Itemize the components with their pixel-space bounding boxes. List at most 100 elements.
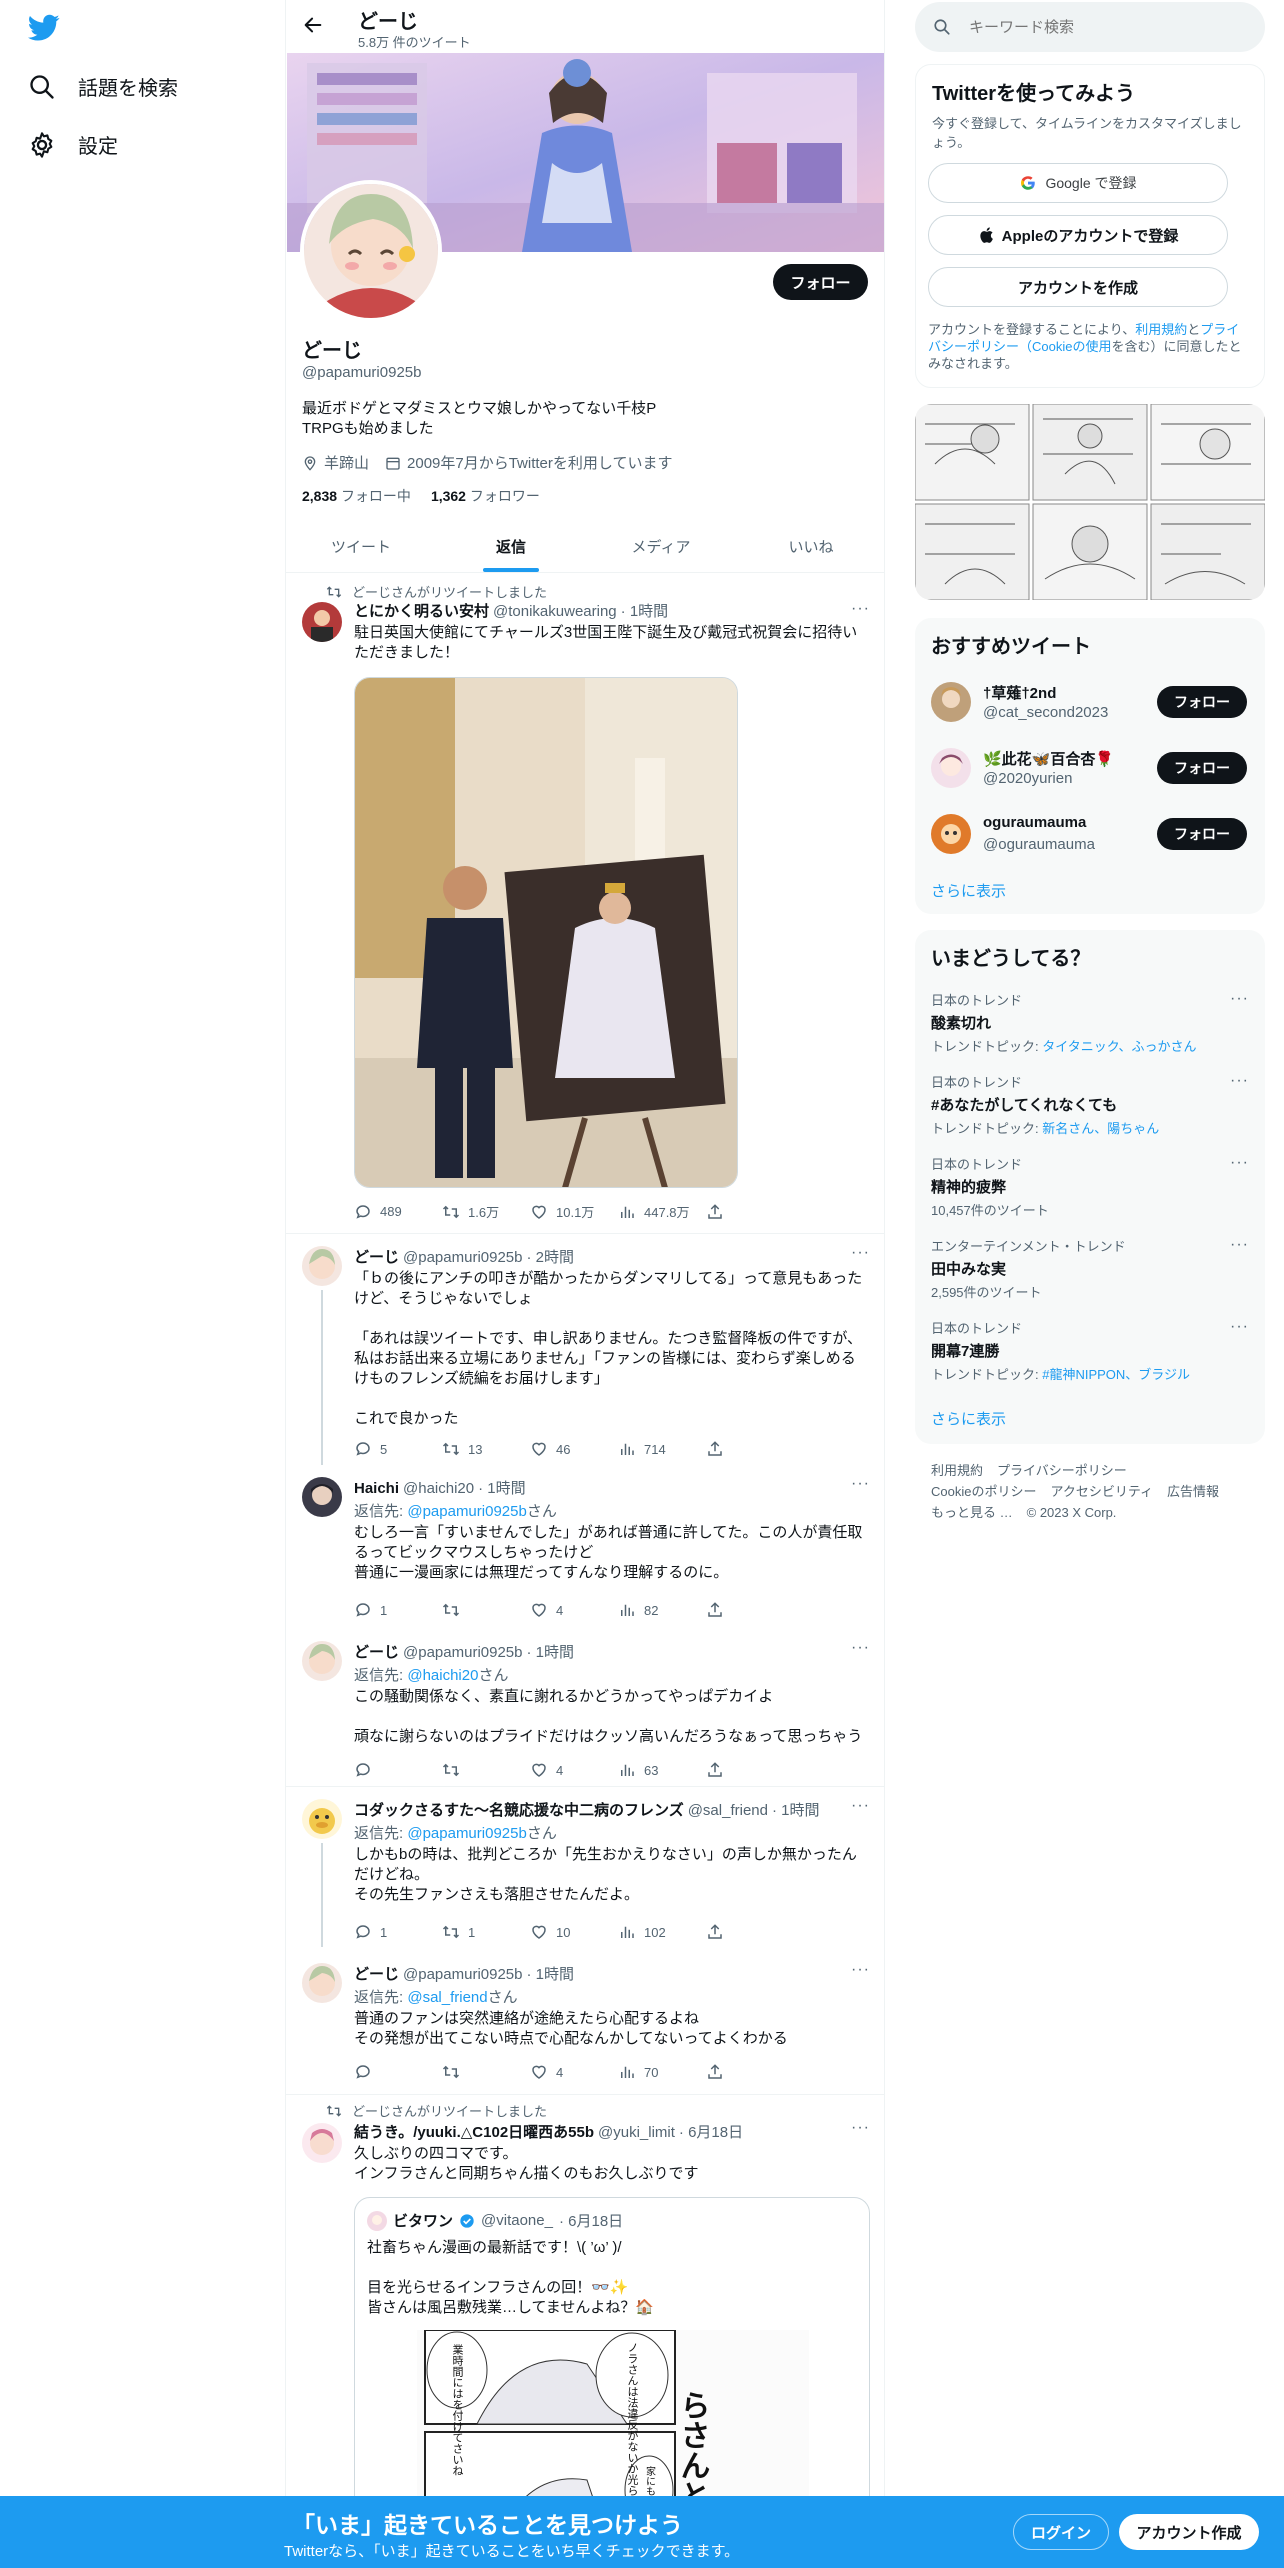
views-button[interactable]: 102	[618, 1923, 706, 1941]
author-name[interactable]: Haichi	[354, 1480, 399, 1497]
reply-button[interactable]	[354, 2063, 442, 2081]
followers-link[interactable]: 1,362 フォロワー	[431, 486, 540, 506]
profile-avatar[interactable]	[300, 180, 442, 322]
share-button[interactable]	[706, 1440, 794, 1458]
tab-media[interactable]: メディア	[586, 520, 736, 572]
footer-terms-link[interactable]: 利用規約	[931, 1460, 983, 1481]
like-button[interactable]: 4	[530, 1761, 618, 1779]
author-handle[interactable]: @sal_friend	[688, 1802, 768, 1819]
apple-signup-button[interactable]: Appleのアカウントで登録	[928, 215, 1228, 255]
tweet[interactable]: どーじさんがリツイートしました ··· とにかく明るい安村 @tonikakuw…	[286, 578, 884, 1233]
show-more-link[interactable]: さらに表示	[931, 1408, 1006, 1429]
tweet-time[interactable]: · 1時間	[527, 1641, 575, 1662]
like-button[interactable]: 4	[530, 1601, 618, 1619]
recommended-user[interactable]: 🌿此花🦋百合杏🌹 @2020yurien フォロー	[915, 736, 1265, 802]
views-button[interactable]: 63	[618, 1761, 706, 1779]
reply-to-link[interactable]: @papamuri0925b	[407, 1825, 526, 1842]
retweet-button[interactable]: 1.6万	[442, 1202, 530, 1221]
trend-item[interactable]: 日本のトレンド 酸素切れ トレンドトピック: タイタニック、ふっかさん ···	[915, 990, 1265, 1070]
tweet-time[interactable]: · 1時間	[478, 1477, 526, 1498]
signup-button[interactable]: アカウント作成	[1119, 2514, 1259, 2550]
like-button[interactable]: 10.1万	[530, 1202, 618, 1221]
like-button[interactable]: 4	[530, 2063, 618, 2081]
tweet[interactable]: ··· Haichi @haichi20 · 1時間 返信先: @papamur…	[286, 1465, 884, 1625]
retweet-button[interactable]	[442, 1761, 530, 1779]
avatar[interactable]	[302, 1963, 342, 2003]
retweet-button[interactable]: 13	[442, 1440, 530, 1458]
avatar[interactable]	[302, 1246, 342, 1286]
author-handle[interactable]: @haichi20	[403, 1480, 474, 1497]
media-thumb[interactable]	[1150, 503, 1265, 600]
author-handle[interactable]: @papamuri0925b	[403, 1966, 522, 1983]
follow-button[interactable]: フォロー	[773, 264, 868, 300]
share-button[interactable]	[706, 2063, 794, 2081]
media-thumb[interactable]	[915, 503, 1030, 600]
following-link[interactable]: 2,838 フォロー中	[302, 486, 411, 506]
author-name[interactable]: コダックさるすた〜名競応援な中二病のフレンズ	[354, 1799, 684, 1820]
avatar[interactable]	[302, 602, 342, 642]
login-button[interactable]: ログイン	[1013, 2514, 1109, 2550]
views-button[interactable]: 82	[618, 1601, 706, 1619]
show-more-link[interactable]: さらに表示	[931, 880, 1006, 901]
author-name[interactable]: どーじ	[354, 1963, 399, 1984]
footer-privacy-link[interactable]: プライバシーポリシー	[997, 1460, 1127, 1481]
tweet[interactable]: ··· どーじ @papamuri0925b · 2時間 「ｂの後にアンチの叩き…	[286, 1234, 884, 1465]
footer-more-link[interactable]: もっと見る …	[931, 1502, 1013, 1523]
tweet[interactable]: ··· どーじ @papamuri0925b · 1時間 返信先: @sal_f…	[286, 1947, 884, 2094]
tweet[interactable]: ··· どーじ @papamuri0925b · 1時間 返信先: @haich…	[286, 1625, 884, 1785]
follow-button[interactable]: フォロー	[1157, 686, 1247, 718]
avatar[interactable]	[302, 1477, 342, 1517]
footer-cookie-link[interactable]: Cookieのポリシー	[931, 1481, 1036, 1502]
follow-button[interactable]: フォロー	[1157, 818, 1247, 850]
retweet-button[interactable]	[442, 1601, 530, 1619]
share-button[interactable]	[706, 1601, 794, 1619]
avatar[interactable]	[302, 1799, 342, 1839]
tweet[interactable]: どーじさんがリツイートしました ··· 結うき。/yuuki.△C102日曜西あ…	[286, 2095, 884, 2537]
reply-to-link[interactable]: @sal_friend	[407, 1989, 487, 2006]
share-button[interactable]	[706, 1761, 794, 1779]
avatar[interactable]	[302, 1641, 342, 1681]
tweet-time[interactable]: · 1時間	[527, 1963, 575, 1984]
reply-button[interactable]: 489	[354, 1202, 442, 1221]
footer-accessibility-link[interactable]: アクセシビリティ	[1050, 1481, 1153, 1502]
share-button[interactable]	[706, 1202, 794, 1221]
trend-item[interactable]: 日本のトレンド #あなたがしてくれなくても トレンドトピック: 新名さん、陽ちゃん …	[915, 1072, 1265, 1152]
footer-ads-link[interactable]: 広告情報	[1167, 1481, 1219, 1502]
tab-likes[interactable]: いいね	[736, 520, 884, 572]
tweet-time[interactable]: · 1時間	[772, 1799, 820, 1820]
trend-topic-links[interactable]: #龍神NIPPON、ブラジル	[1042, 1367, 1190, 1382]
nav-settings[interactable]: 設定	[28, 130, 118, 159]
tweet[interactable]: ··· コダックさるすた〜名競応援な中二病のフレンズ @sal_friend ·…	[286, 1787, 884, 1947]
more-icon[interactable]: ···	[1230, 1154, 1249, 1172]
reply-button[interactable]: 5	[354, 1440, 442, 1458]
search-bar[interactable]	[915, 2, 1265, 52]
author-name[interactable]: とにかく明るい安村	[354, 600, 489, 621]
cookie-link[interactable]: （Cookieの使用	[1019, 339, 1111, 354]
tab-tweets[interactable]: ツイート	[286, 520, 436, 572]
follow-button[interactable]: フォロー	[1157, 752, 1247, 784]
create-account-button[interactable]: アカウントを作成	[928, 267, 1228, 307]
more-icon[interactable]: ···	[1230, 1072, 1249, 1090]
twitter-logo-icon[interactable]	[28, 14, 60, 47]
back-arrow-icon[interactable]	[302, 14, 324, 41]
media-thumb[interactable]	[915, 404, 1030, 501]
author-name[interactable]: 結うき。/yuuki.△C102日曜西あ55b	[354, 2121, 594, 2142]
recommended-user[interactable]: oguraumauma @oguraumauma フォロー	[915, 802, 1265, 868]
author-handle[interactable]: @yuki_limit	[598, 2124, 675, 2141]
author-handle[interactable]: @tonikakuwearing	[493, 603, 617, 620]
retweet-button[interactable]: 1	[442, 1923, 530, 1941]
search-input[interactable]	[969, 14, 1249, 40]
tweet-time[interactable]: · 1時間	[621, 600, 669, 621]
reply-to-link[interactable]: @haichi20	[407, 1667, 478, 1684]
tweet-photo[interactable]	[354, 677, 738, 1188]
trend-item[interactable]: 日本のトレンド 開幕7連勝 トレンドトピック: #龍神NIPPON、ブラジル ···	[915, 1318, 1265, 1398]
author-handle[interactable]: @papamuri0925b	[403, 1249, 522, 1266]
terms-link[interactable]: 利用規約	[1135, 322, 1187, 337]
retweet-button[interactable]	[442, 2063, 530, 2081]
tweet-time[interactable]: · 6月18日	[679, 2121, 743, 2142]
media-thumb[interactable]	[1150, 404, 1265, 501]
reply-button[interactable]	[354, 1761, 442, 1779]
trend-topic-links[interactable]: タイタニック、ふっかさん	[1042, 1039, 1196, 1054]
share-button[interactable]	[706, 1923, 794, 1941]
trend-topic-links[interactable]: 新名さん、陽ちゃん	[1042, 1121, 1159, 1136]
